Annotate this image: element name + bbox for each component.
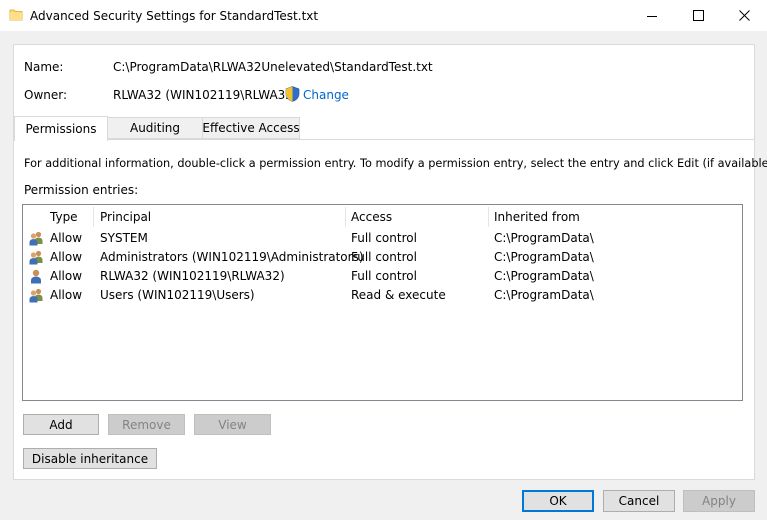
entry-access: Full control bbox=[351, 269, 417, 283]
ok-button[interactable]: OK bbox=[522, 490, 594, 512]
column-header-principal[interactable]: Principal bbox=[100, 207, 151, 227]
permission-row[interactable]: Allow SYSTEM Full control C:\ProgramData… bbox=[23, 229, 742, 248]
entry-inherited-from: C:\ProgramData\ bbox=[494, 250, 594, 264]
disable-inheritance-button[interactable]: Disable inheritance bbox=[23, 448, 157, 469]
entry-access: Read & execute bbox=[351, 288, 446, 302]
owner-label: Owner: bbox=[24, 88, 68, 102]
change-owner-link[interactable]: Change bbox=[303, 88, 349, 102]
entry-type: Allow bbox=[50, 288, 83, 302]
user-icon bbox=[31, 269, 41, 284]
entry-type: Allow bbox=[50, 269, 83, 283]
close-icon bbox=[738, 10, 750, 21]
entry-access: Full control bbox=[351, 231, 417, 245]
column-header-type[interactable]: Type bbox=[50, 207, 78, 227]
user-group-icon bbox=[29, 231, 43, 246]
apply-button[interactable]: Apply bbox=[683, 490, 755, 512]
name-value: C:\ProgramData\RLWA32Unelevated\Standard… bbox=[113, 60, 433, 74]
remove-button[interactable]: Remove bbox=[108, 414, 185, 435]
permissions-info-text: For additional information, double-click… bbox=[24, 157, 767, 170]
tab-effective-access[interactable]: Effective Access bbox=[202, 117, 300, 139]
entry-inherited-from: C:\ProgramData\ bbox=[494, 269, 594, 283]
entry-type: Allow bbox=[50, 250, 83, 264]
user-group-icon bbox=[29, 288, 43, 303]
add-button[interactable]: Add bbox=[23, 414, 99, 435]
tab-permissions[interactable]: Permissions bbox=[14, 116, 108, 141]
maximize-button[interactable] bbox=[675, 0, 721, 31]
name-label: Name: bbox=[24, 60, 64, 74]
owner-value: RLWA32 (WIN102119\RLWA32) bbox=[113, 88, 298, 102]
permission-entries-label: Permission entries: bbox=[24, 183, 139, 197]
maximize-icon bbox=[692, 10, 704, 21]
window-title: Advanced Security Settings for StandardT… bbox=[30, 9, 319, 23]
entry-principal: RLWA32 (WIN102119\RLWA32) bbox=[100, 269, 285, 283]
entry-inherited-from: C:\ProgramData\ bbox=[494, 231, 594, 245]
minimize-icon bbox=[647, 15, 657, 17]
title-bar[interactable]: Advanced Security Settings for StandardT… bbox=[0, 0, 767, 31]
close-button[interactable] bbox=[721, 0, 767, 31]
folder-icon bbox=[9, 9, 23, 21]
tab-auditing[interactable]: Auditing bbox=[107, 117, 203, 139]
view-button[interactable]: View bbox=[194, 414, 271, 435]
column-separator[interactable] bbox=[488, 207, 489, 227]
entry-principal: Users (WIN102119\Users) bbox=[100, 288, 255, 302]
entry-principal: Administrators (WIN102119\Administrators… bbox=[100, 250, 364, 264]
column-header-inherited-from[interactable]: Inherited from bbox=[494, 207, 580, 227]
entry-type: Allow bbox=[50, 231, 83, 245]
tab-divider bbox=[13, 139, 755, 140]
shield-icon bbox=[285, 86, 300, 102]
permission-row[interactable]: Allow Users (WIN102119\Users) Read & exe… bbox=[23, 286, 742, 305]
user-group-icon bbox=[29, 250, 43, 265]
entry-principal: SYSTEM bbox=[100, 231, 148, 245]
column-header-access[interactable]: Access bbox=[351, 207, 392, 227]
entry-inherited-from: C:\ProgramData\ bbox=[494, 288, 594, 302]
entry-access: Full control bbox=[351, 250, 417, 264]
permission-row[interactable]: Allow RLWA32 (WIN102119\RLWA32) Full con… bbox=[23, 267, 742, 286]
cancel-button[interactable]: Cancel bbox=[603, 490, 675, 512]
minimize-button[interactable] bbox=[629, 0, 675, 31]
column-separator[interactable] bbox=[93, 207, 94, 227]
column-separator[interactable] bbox=[345, 207, 346, 227]
permission-row[interactable]: Allow Administrators (WIN102119\Administ… bbox=[23, 248, 742, 267]
